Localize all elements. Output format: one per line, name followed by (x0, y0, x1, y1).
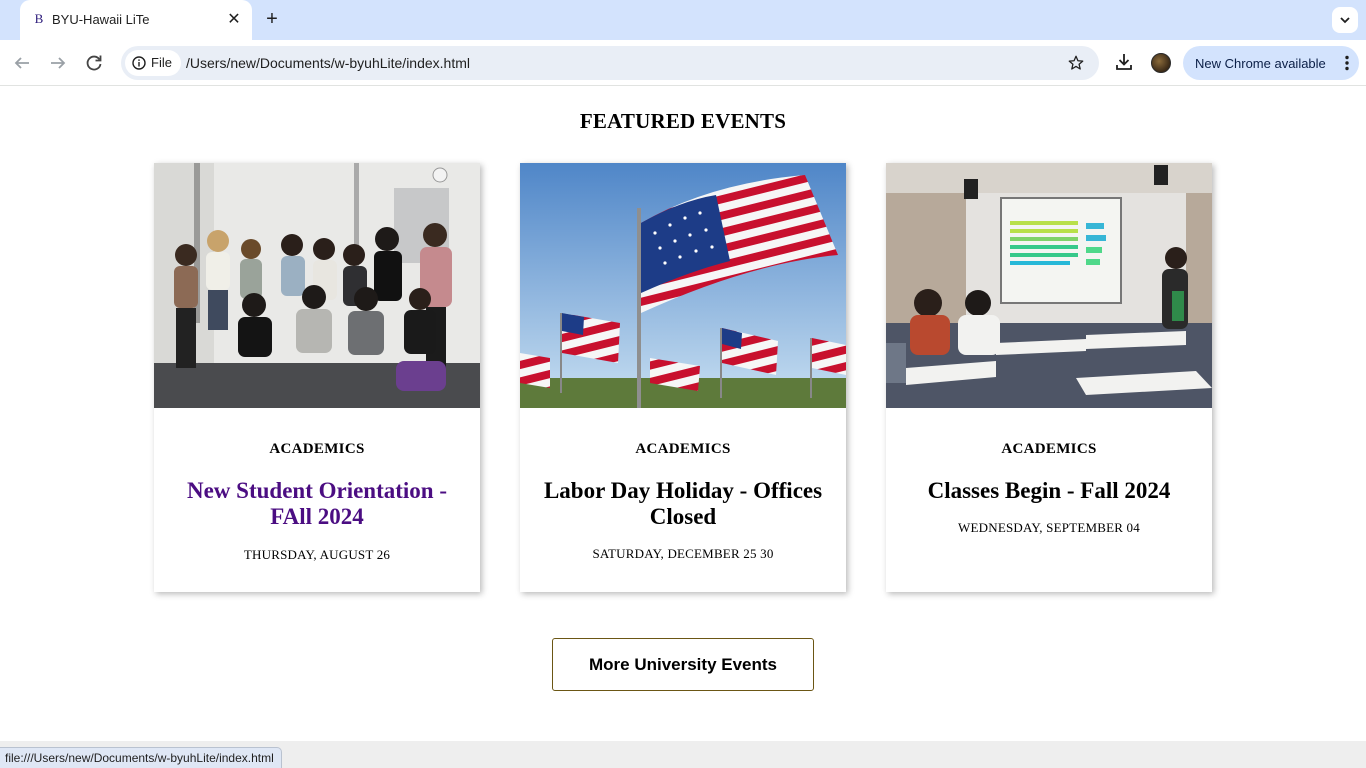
browser-toolbar: File /Users/new/Documents/w-byuhLite/ind… (0, 40, 1366, 86)
event-image-american-flags[interactable] (520, 163, 846, 408)
download-icon[interactable] (1114, 52, 1134, 72)
event-card[interactable]: ACADEMICS Labor Day Holiday - Offices Cl… (520, 163, 846, 592)
close-tab-icon[interactable]: ✕ (224, 10, 244, 30)
bookmark-star-icon[interactable] (1067, 54, 1085, 72)
profile-avatar[interactable] (1151, 53, 1171, 73)
featured-events-heading: FEATURED EVENTS (579, 109, 787, 133)
status-bar-url: file:///Users/new/Documents/w-byuhLite/i… (0, 747, 282, 768)
event-date: WEDNESDAY, SEPTEMBER 04 (958, 520, 1140, 535)
page-content: FEATURED EVENTS ACADEMICS New Student Or… (0, 87, 1366, 741)
tab-strip: B BYU-Hawaii LiTe ✕ + (0, 0, 1366, 40)
event-date: SATURDAY, DECEMBER 25 30 (592, 546, 774, 561)
site-info-chip[interactable]: File (125, 50, 181, 76)
chevron-down-icon (1340, 17, 1350, 24)
update-chrome-button[interactable]: New Chrome available (1183, 46, 1359, 80)
reload-button[interactable] (82, 51, 106, 75)
favicon-icon: B (34, 11, 44, 26)
address-bar[interactable]: File /Users/new/Documents/w-byuhLite/ind… (121, 46, 1099, 80)
active-tab[interactable]: B BYU-Hawaii LiTe ✕ (20, 0, 252, 40)
event-card[interactable]: ACADEMICS Classes Begin - Fall 2024 WEDN… (886, 163, 1212, 592)
more-events-button[interactable]: More University Events (552, 638, 814, 691)
tab-title: BYU-Hawaii LiTe (52, 12, 150, 27)
event-category: ACADEMICS (269, 441, 365, 457)
reload-icon (86, 55, 102, 71)
event-category: ACADEMICS (635, 441, 731, 457)
back-button[interactable] (10, 51, 34, 75)
file-chip-label: File (151, 55, 172, 70)
forward-button[interactable] (46, 51, 70, 75)
event-image-classroom[interactable] (886, 163, 1212, 408)
tab-search-button[interactable] (1332, 7, 1358, 33)
event-title-link[interactable]: Labor Day Holiday - Offices Closed (540, 478, 826, 530)
new-tab-icon[interactable]: + (260, 8, 284, 32)
event-image-group-photo[interactable] (154, 163, 480, 408)
event-category: ACADEMICS (1001, 441, 1097, 457)
event-title-link[interactable]: Classes Begin - Fall 2024 (906, 478, 1192, 504)
event-card[interactable]: ACADEMICS New Student Orientation - FAll… (154, 163, 480, 592)
event-title-link[interactable]: New Student Orientation - FAll 2024 (174, 478, 460, 530)
update-chrome-label: New Chrome available (1195, 56, 1326, 71)
event-date: THURSDAY, AUGUST 26 (243, 547, 391, 562)
arrow-left-icon (14, 57, 29, 69)
arrow-right-icon (51, 57, 66, 69)
more-vertical-icon (1345, 55, 1349, 71)
url-text[interactable]: /Users/new/Documents/w-byuhLite/index.ht… (186, 55, 470, 71)
info-icon (132, 56, 146, 70)
